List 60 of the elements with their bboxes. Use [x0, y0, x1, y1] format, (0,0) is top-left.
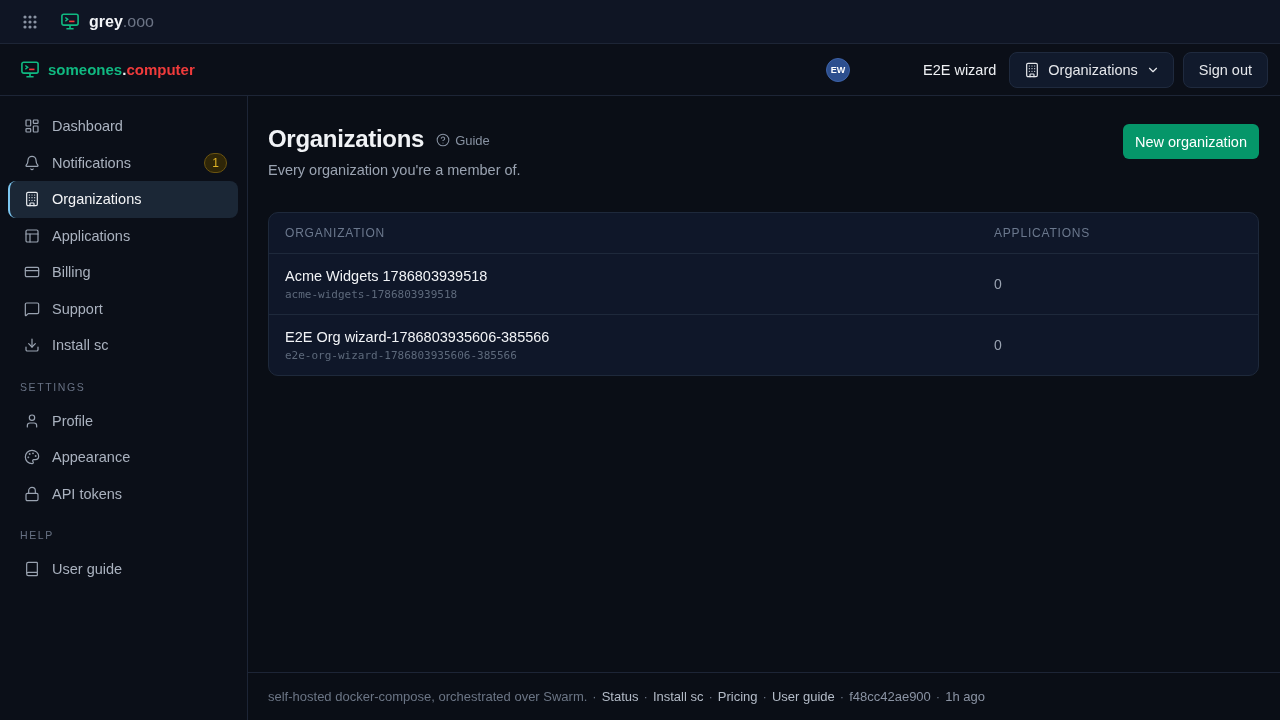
organization-slug: acme-widgets-1786803939518 — [285, 287, 458, 301]
separator-dot: · — [762, 689, 767, 704]
chat-bubble-icon — [24, 300, 40, 317]
section-heading: SETTINGS — [19, 379, 87, 394]
page-subtitle: Every organization you're a member of. — [268, 161, 521, 180]
help-icon — [436, 133, 451, 147]
sidebar-item[interactable]: Organizations — [8, 181, 238, 218]
timestamp: 1h ago — [945, 689, 985, 704]
separator-dot: · — [935, 689, 941, 704]
sidebar-item[interactable]: Install sc — [8, 327, 238, 364]
page-title: Organizations — [268, 124, 425, 154]
terminal-monitor-icon — [61, 13, 79, 30]
user-name: E2E wizard — [922, 61, 997, 78]
organizations-menu-button[interactable]: Organizations — [1009, 51, 1174, 88]
organization-slug: e2e-org-wizard-1786803935606-385566 — [285, 348, 517, 362]
dashboard-icon — [24, 118, 40, 135]
applications-count: 0 — [994, 276, 1002, 292]
commit-hash: f48cc42ae900 — [849, 689, 931, 704]
sidebar-item[interactable]: Notifications 1 — [8, 144, 238, 181]
sidebar-item[interactable]: Dashboard — [8, 108, 238, 145]
app-grid-icon[interactable] — [23, 14, 37, 29]
user-icon — [24, 412, 40, 429]
terminal-monitor-icon — [21, 61, 39, 78]
palette-icon — [24, 449, 40, 466]
building-icon — [1024, 61, 1041, 78]
sidebar-item[interactable]: Support — [8, 290, 238, 327]
sidebar-item[interactable]: User guide — [8, 551, 238, 588]
sidebar-item[interactable]: Billing — [8, 254, 238, 291]
organization-name[interactable]: Acme Widgets 1786803939518 — [285, 267, 488, 284]
layout-icon — [24, 227, 40, 244]
book-icon — [24, 561, 40, 578]
section-heading: HELP — [19, 528, 55, 542]
download-icon — [24, 337, 40, 354]
applications-count: 0 — [994, 337, 1002, 353]
separator-dot: · — [643, 689, 648, 704]
sidebar-item[interactable]: Profile — [8, 402, 238, 439]
footer-tagline: self-hosted docker-compose, orchestrated over Swarm. — [268, 689, 588, 704]
sign-out-button[interactable]: Sign out — [1182, 51, 1268, 88]
guide-link[interactable]: Guide — [436, 132, 490, 148]
sidebar-item[interactable]: Applications — [8, 217, 238, 254]
count-badge: 1 — [204, 152, 227, 173]
column-header: ORGANIZATION — [285, 226, 386, 240]
new-organization-button[interactable]: New organization — [1122, 124, 1259, 159]
separator-dot: · — [592, 689, 597, 704]
user-avatar: EW — [825, 57, 850, 82]
footer-link[interactable]: Pricing — [717, 689, 758, 704]
footer-link[interactable]: Install sc — [652, 689, 704, 704]
bell-icon — [24, 154, 40, 171]
footer-link[interactable]: User guide — [771, 689, 835, 704]
footer-link[interactable]: Status — [601, 689, 639, 704]
brand-name[interactable]: grey.ooo — [89, 12, 154, 31]
organization-name[interactable]: E2E Org wizard-1786803935606-385566 — [285, 328, 550, 345]
sidebar-item[interactable]: API tokens — [8, 475, 238, 512]
separator-dot: · — [839, 689, 845, 704]
building-icon — [24, 191, 40, 208]
column-header: APPLICATIONS — [994, 226, 1091, 240]
site-name[interactable]: someones.computer — [48, 61, 195, 78]
lock-icon — [24, 485, 40, 502]
separator-dot: · — [708, 689, 713, 704]
sidebar-item[interactable]: Appearance — [8, 439, 238, 476]
